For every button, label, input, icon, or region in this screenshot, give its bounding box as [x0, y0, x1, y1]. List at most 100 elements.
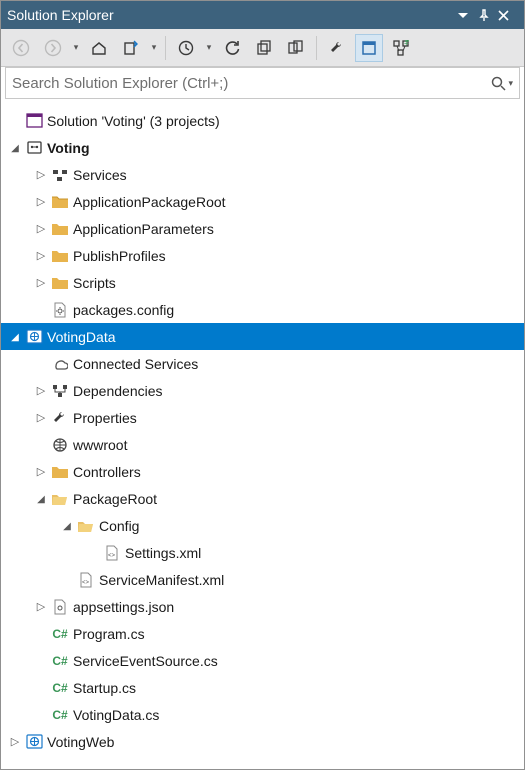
item-label: VotingData.cs [71, 707, 159, 723]
file-startup-cs[interactable]: C# Startup.cs [1, 674, 524, 701]
panel-title: Solution Explorer [7, 7, 458, 23]
titlebar: Solution Explorer [1, 1, 524, 29]
web-project-icon [23, 733, 45, 750]
file-settings-xml[interactable]: <> Settings.xml [1, 539, 524, 566]
wrench-icon [49, 410, 71, 426]
config-file-icon [49, 302, 71, 318]
folder-publish-profiles[interactable]: PublishProfiles [1, 242, 524, 269]
folder-icon [49, 465, 71, 479]
folder-icon [49, 195, 71, 209]
item-label: appsettings.json [71, 599, 174, 615]
folder-controllers[interactable]: Controllers [1, 458, 524, 485]
file-packages-config[interactable]: packages.config [1, 296, 524, 323]
item-label: Services [71, 167, 127, 183]
folder-packageroot[interactable]: PackageRoot [1, 485, 524, 512]
folder-config[interactable]: Config [1, 512, 524, 539]
forward-button[interactable] [39, 34, 67, 62]
item-label: Properties [71, 410, 137, 426]
xml-file-icon: <> [75, 572, 97, 588]
item-label: Settings.xml [123, 545, 201, 561]
project-label: VotingWeb [45, 734, 114, 750]
item-label: Startup.cs [71, 680, 136, 696]
item-label: ServiceEventSource.cs [71, 653, 218, 669]
item-label: Controllers [71, 464, 141, 480]
project-label: Voting [45, 140, 90, 156]
pin-icon[interactable] [478, 9, 498, 21]
project-votingdata[interactable]: VotingData [1, 323, 524, 350]
folder-open-icon [75, 519, 97, 533]
folder-open-icon [49, 492, 71, 506]
refresh-button[interactable] [218, 34, 246, 62]
properties-button[interactable] [323, 34, 351, 62]
collapse-all-button[interactable] [250, 34, 278, 62]
toolbar-separator [165, 36, 166, 60]
item-label: ServiceManifest.xml [97, 572, 224, 588]
file-service-event-source[interactable]: C# ServiceEventSource.cs [1, 647, 524, 674]
file-program-cs[interactable]: C# Program.cs [1, 620, 524, 647]
csharp-file-icon: C# [49, 627, 71, 641]
project-label: VotingData [45, 329, 116, 345]
nav-dropdown[interactable]: ▾ [71, 42, 81, 53]
folder-services[interactable]: Services [1, 161, 524, 188]
file-votingdata-cs[interactable]: C# VotingData.cs [1, 701, 524, 728]
csharp-file-icon: C# [49, 681, 71, 695]
item-label: PublishProfiles [71, 248, 166, 264]
project-votingweb[interactable]: VotingWeb [1, 728, 524, 755]
dependencies[interactable]: Dependencies [1, 377, 524, 404]
item-label: Scripts [71, 275, 116, 291]
services-icon [49, 167, 71, 183]
back-button[interactable] [7, 34, 35, 62]
web-project-icon [23, 328, 45, 345]
pending-changes-button[interactable] [172, 34, 200, 62]
globe-icon [49, 437, 71, 453]
window-menu-icon[interactable] [458, 10, 478, 20]
item-label: Config [97, 518, 139, 534]
solution-node[interactable]: Solution 'Voting' (3 projects) [1, 107, 524, 134]
csharp-file-icon: C# [49, 708, 71, 722]
item-label: ApplicationPackageRoot [71, 194, 226, 210]
view-class-diagram-button[interactable]: + [387, 34, 415, 62]
search-icon[interactable]: ▾ [491, 76, 513, 91]
folder-icon [49, 276, 71, 290]
preview-button[interactable] [355, 34, 383, 62]
folder-app-package-root[interactable]: ApplicationPackageRoot [1, 188, 524, 215]
wwwroot[interactable]: wwwroot [1, 431, 524, 458]
sync-dropdown[interactable]: ▾ [149, 42, 159, 53]
pending-dropdown[interactable]: ▾ [204, 42, 214, 53]
connected-services[interactable]: Connected Services [1, 350, 524, 377]
item-label: Dependencies [71, 383, 163, 399]
item-label: ApplicationParameters [71, 221, 214, 237]
item-label: PackageRoot [71, 491, 157, 507]
folder-scripts[interactable]: Scripts [1, 269, 524, 296]
search-input[interactable] [12, 75, 491, 92]
file-appsettings[interactable]: appsettings.json [1, 593, 524, 620]
svg-text:<>: <> [108, 553, 116, 559]
solution-icon [23, 112, 45, 129]
file-service-manifest[interactable]: <> ServiceManifest.xml [1, 566, 524, 593]
svg-text:+: + [404, 39, 409, 48]
folder-icon [49, 222, 71, 236]
dependencies-icon [49, 383, 71, 399]
svg-text:<>: <> [82, 580, 90, 586]
folder-icon [49, 249, 71, 263]
project-voting[interactable]: Voting [1, 134, 524, 161]
close-icon[interactable] [498, 10, 518, 21]
csharp-file-icon: C# [49, 654, 71, 668]
toolbar: ▾ ▾ ▾ + [1, 29, 524, 67]
solution-tree: Solution 'Voting' (3 projects) Voting Se… [1, 103, 524, 769]
show-all-files-button[interactable] [282, 34, 310, 62]
item-label: wwwroot [71, 437, 127, 453]
home-button[interactable] [85, 34, 113, 62]
folder-app-parameters[interactable]: ApplicationParameters [1, 215, 524, 242]
toolbar-separator-2 [316, 36, 317, 60]
properties[interactable]: Properties [1, 404, 524, 431]
search-bar[interactable]: ▾ [5, 67, 520, 99]
connected-services-icon [49, 356, 71, 372]
item-label: packages.config [71, 302, 174, 318]
xml-file-icon: <> [101, 545, 123, 561]
sync-view-button[interactable] [117, 34, 145, 62]
service-fabric-project-icon [23, 139, 45, 156]
item-label: Program.cs [71, 626, 145, 642]
solution-label: Solution 'Voting' (3 projects) [45, 113, 220, 129]
item-label: Connected Services [71, 356, 198, 372]
